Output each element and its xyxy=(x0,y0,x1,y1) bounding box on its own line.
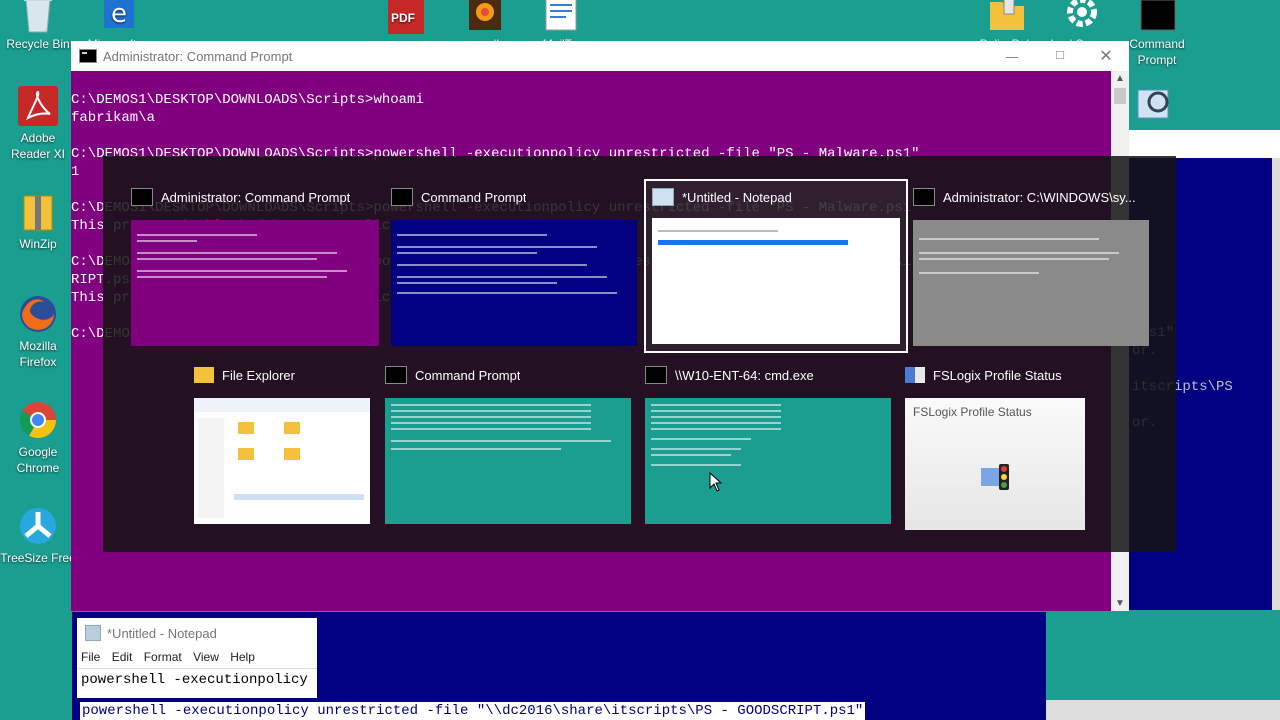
menu-help[interactable]: Help xyxy=(230,650,255,664)
minimize-button[interactable]: — xyxy=(999,49,1025,64)
command-prompt-icon xyxy=(645,366,667,384)
desktop-icon-chrome[interactable]: Google Chrome xyxy=(0,398,76,476)
task-switcher-overlay: Administrator: Command Prompt Command Pr… xyxy=(103,156,1176,552)
desktop-icon-firefox[interactable]: Mozilla Firefox xyxy=(0,292,76,370)
menu-view[interactable]: View xyxy=(193,650,219,664)
task-tile-remote-cmd[interactable]: \\W10-ENT-64: cmd.exe xyxy=(645,364,891,524)
notepad-icon xyxy=(85,625,101,641)
desktop-icon-adobe-reader[interactable]: Adobe Reader XI xyxy=(0,84,76,162)
edge-icon: e xyxy=(90,0,134,34)
task-tile-title: \\W10-ENT-64: cmd.exe xyxy=(675,367,814,383)
adobe-reader-icon xyxy=(16,84,60,128)
task-tile-admin-cmd[interactable]: Administrator: Command Prompt xyxy=(131,186,379,346)
desktop-icon-recycle-bin[interactable]: Recycle Bin xyxy=(0,0,76,52)
task-tile-notepad[interactable]: *Untitled - Notepad xyxy=(644,179,908,353)
pdf-badge: PDF xyxy=(391,11,415,25)
mouse-cursor-icon xyxy=(709,472,723,492)
desktop-icon-label: Google Chrome xyxy=(16,445,60,475)
svg-text:e: e xyxy=(111,0,127,29)
task-thumbnail xyxy=(913,220,1149,346)
notepad-menubar: File Edit Format View Help xyxy=(77,648,317,668)
command-prompt-icon xyxy=(131,188,153,206)
menu-format[interactable]: Format xyxy=(144,650,182,664)
task-tile-title: FSLogix Profile Status xyxy=(933,367,1062,383)
fslogix-icon xyxy=(905,367,925,383)
task-tile-fslogix[interactable]: FSLogix Profile Status FSLogix Profile S… xyxy=(905,364,1085,530)
cmd-window-icon xyxy=(79,49,97,63)
task-thumbnail xyxy=(131,220,379,346)
magnifier-icon[interactable] xyxy=(1136,84,1176,124)
task-tile-file-explorer[interactable]: File Explorer xyxy=(194,364,370,524)
task-thumbnail: FSLogix Profile Status xyxy=(905,398,1085,530)
task-tile-admin-system[interactable]: Administrator: C:\WINDOWS\sy... xyxy=(913,186,1149,346)
desktop-icon-winzip[interactable]: WinZip xyxy=(0,190,76,252)
task-thumbnail xyxy=(645,398,891,524)
command-prompt-icon xyxy=(391,188,413,206)
scrollbar[interactable] xyxy=(1272,158,1280,610)
task-tile-title: Administrator: C:\WINDOWS\sy... xyxy=(943,189,1136,205)
close-button[interactable]: ✕ xyxy=(1093,46,1119,66)
notepad-text-area[interactable]: powershell -executionpolicy unrestricted… xyxy=(77,668,317,691)
scroll-up-icon[interactable]: ▲ xyxy=(1111,71,1129,84)
fslogix-window-label: FSLogix Profile Status xyxy=(913,405,1032,419)
scroll-thumb[interactable] xyxy=(1114,88,1126,104)
desktop-icon-label: Adobe Reader XI xyxy=(10,131,66,161)
gear-icon xyxy=(1060,0,1104,34)
notepad-titlebar[interactable]: *Untitled - Notepad xyxy=(77,618,317,648)
desktop-icon-label: Command Prompt xyxy=(1129,37,1185,67)
task-tile-title: *Untitled - Notepad xyxy=(682,189,792,205)
document-icon xyxy=(538,0,582,34)
notepad-window[interactable]: *Untitled - Notepad File Edit Format Vie… xyxy=(77,618,317,698)
cmd-output-line xyxy=(71,127,1129,145)
menu-file[interactable]: File xyxy=(81,650,100,664)
command-prompt-icon xyxy=(913,188,935,206)
task-thumbnail xyxy=(385,398,631,524)
desktop-icon-label: Mozilla Firefox xyxy=(19,339,57,369)
image-file-icon xyxy=(463,0,507,34)
desktop-icon-treesize[interactable]: TreeSize Free xyxy=(0,504,76,566)
scroll-down-icon[interactable]: ▼ xyxy=(1111,598,1129,609)
cmd-output-line: C:\DEMOS1\DESKTOP\DOWNLOADS\Scripts>whoa… xyxy=(71,92,424,108)
task-thumbnail xyxy=(391,220,637,346)
cmd-title: Administrator: Command Prompt xyxy=(103,48,293,64)
pdf-file-icon: PDF xyxy=(388,0,424,34)
bottom-right-area xyxy=(1046,700,1280,720)
task-tile-cmd[interactable]: Command Prompt xyxy=(391,186,637,346)
task-tile-cmd-teal[interactable]: Command Prompt xyxy=(385,364,631,524)
task-thumbnail xyxy=(194,398,370,524)
notepad-icon xyxy=(652,188,674,206)
task-thumbnail xyxy=(652,218,900,344)
winzip-icon xyxy=(16,190,60,234)
background-console-titlebar xyxy=(1128,130,1280,158)
task-tile-title: File Explorer xyxy=(222,367,295,383)
recycle-bin-icon xyxy=(16,0,60,34)
traffic-light-icon xyxy=(981,464,1009,490)
task-tile-title: Command Prompt xyxy=(415,367,521,383)
desktop-icon-label: TreeSize Free xyxy=(0,551,76,565)
desktop-icon-label: Recycle Bin xyxy=(6,37,70,51)
chrome-icon xyxy=(16,398,60,442)
file-explorer-icon xyxy=(194,367,214,383)
treesize-icon xyxy=(16,504,60,548)
menu-edit[interactable]: Edit xyxy=(112,650,133,664)
desktop-icon-command-prompt[interactable]: Command Prompt xyxy=(1119,0,1195,68)
firefox-icon xyxy=(16,292,60,336)
command-prompt-icon xyxy=(1135,0,1179,34)
maximize-button[interactable]: □ xyxy=(1047,47,1073,62)
cmd-titlebar[interactable]: Administrator: Command Prompt — □ ✕ xyxy=(71,41,1129,71)
folder-icon xyxy=(984,0,1028,34)
notepad-title: *Untitled - Notepad xyxy=(107,625,217,641)
desktop-icon-label: WinZip xyxy=(19,237,57,251)
task-tile-title: Administrator: Command Prompt xyxy=(161,189,351,205)
selected-command-text[interactable]: powershell -executionpolicy unrestricted… xyxy=(80,702,866,720)
task-tile-title: Command Prompt xyxy=(421,189,527,205)
command-prompt-icon xyxy=(385,366,407,384)
cmd-output-line: fabrikam\a xyxy=(71,110,156,126)
